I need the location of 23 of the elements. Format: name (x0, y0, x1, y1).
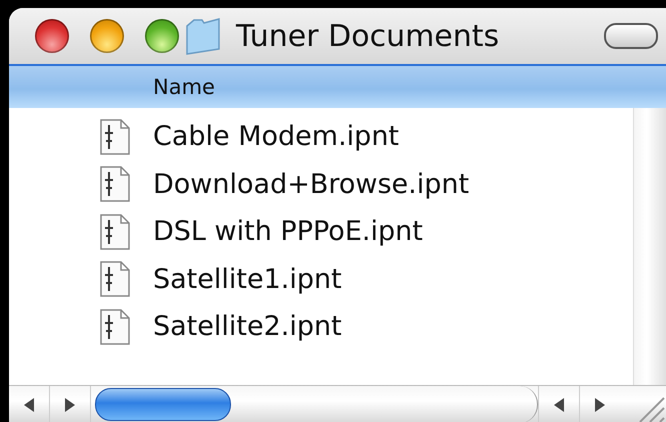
folder-icon (184, 16, 222, 56)
minimize-button[interactable] (90, 19, 124, 53)
file-name[interactable]: DSL with PPPoE.ipnt (153, 216, 423, 248)
column-header[interactable]: Name (153, 75, 215, 99)
left-arrow-icon (22, 396, 36, 412)
window-title: Tuner Documents (236, 18, 500, 54)
left-arrow-icon (552, 396, 566, 412)
document-icon (99, 166, 131, 202)
close-button[interactable] (35, 19, 69, 53)
toolbar-toggle-button[interactable] (604, 23, 658, 49)
vertical-scrollbar[interactable] (633, 108, 666, 385)
document-icon (99, 118, 131, 155)
document-icon (99, 261, 131, 298)
right-arrow-icon (593, 396, 607, 412)
right-arrow-icon (63, 396, 77, 412)
document-icon (99, 308, 131, 345)
file-name[interactable]: Cable Modem.ipnt (153, 121, 400, 152)
file-name[interactable]: Download+Browse.ipnt (153, 168, 470, 200)
document-icon (99, 214, 131, 250)
file-name[interactable]: Satellite2.ipnt (153, 311, 342, 342)
scroll-thumb[interactable] (95, 388, 231, 421)
zoom-button[interactable] (145, 19, 179, 53)
file-name[interactable]: Satellite1.ipnt (153, 264, 342, 295)
